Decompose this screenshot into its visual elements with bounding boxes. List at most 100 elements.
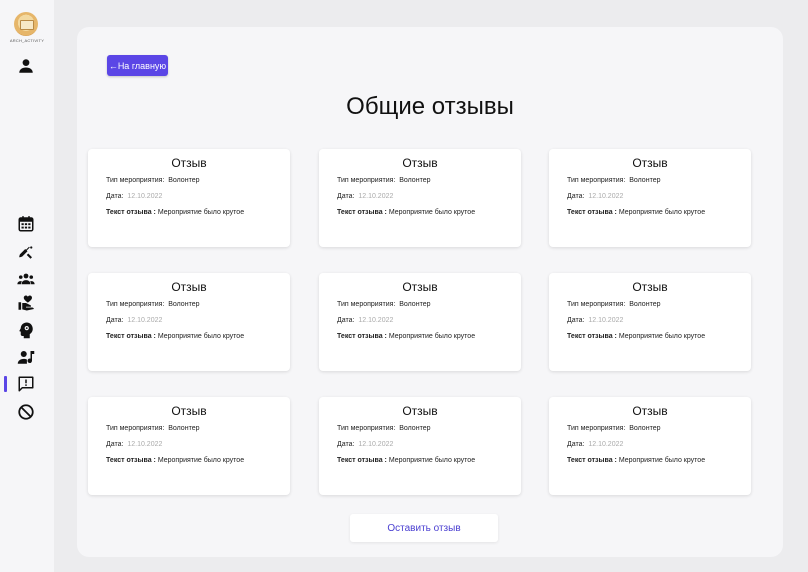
- review-text-value: Мероприятие было крутое: [157, 209, 245, 216]
- sidebar: ARCH_ACTIVITY: [0, 0, 54, 572]
- event-type-row: Тип мероприятия: Волонтер: [106, 177, 199, 184]
- event-type-label: Тип мероприятия:: [567, 177, 626, 184]
- app-logo[interactable]: ARCH_ACTIVITY: [9, 12, 45, 46]
- event-type-label: Тип мероприятия:: [337, 425, 396, 432]
- event-type-label: Тип мероприятия:: [567, 425, 626, 432]
- date-label: Дата:: [106, 193, 124, 200]
- review-text-value: Мероприятие было крутое: [157, 333, 245, 340]
- event-type-label: Тип мероприятия:: [337, 177, 396, 184]
- page-title: Общие отзывы: [346, 93, 514, 120]
- date-value: 12.10.2022: [127, 193, 163, 200]
- main-panel: ←На главную Общие отзывы Отзыв Тип мероп…: [77, 27, 783, 557]
- back-to-home-button[interactable]: ←На главную: [107, 55, 168, 76]
- review-text-value: Мероприятие было крутое: [388, 209, 476, 216]
- date-row: Дата: 12.10.2022: [567, 193, 623, 200]
- volunteer-icon[interactable]: [17, 294, 35, 312]
- review-card: Отзыв Тип мероприятия: Волонтер Дата: 12…: [549, 273, 751, 371]
- event-type-row: Тип мероприятия: Волонтер: [567, 177, 660, 184]
- person-music-icon[interactable]: [17, 348, 35, 366]
- leave-review-button[interactable]: Оставить отзыв: [350, 514, 498, 542]
- review-card-title: Отзыв: [632, 280, 668, 294]
- event-type-row: Тип мероприятия: Волонтер: [337, 301, 430, 308]
- calendar-icon[interactable]: [17, 215, 35, 233]
- review-text-row: Текст отзыва : Мероприятие было крутое: [567, 457, 705, 464]
- feedback-icon[interactable]: [17, 375, 35, 393]
- date-row: Дата: 12.10.2022: [337, 441, 393, 448]
- date-value: 12.10.2022: [588, 193, 624, 200]
- active-indicator: [4, 376, 7, 392]
- date-label: Дата:: [567, 441, 585, 448]
- event-type-value: Волонтер: [168, 425, 200, 432]
- event-type-label: Тип мероприятия:: [106, 425, 165, 432]
- logo-caption: ARCH_ACTIVITY: [9, 38, 45, 43]
- review-text-label: Текст отзыва :: [106, 333, 156, 340]
- date-row: Дата: 12.10.2022: [567, 317, 623, 324]
- review-text-value: Мероприятие было крутое: [618, 457, 706, 464]
- date-value: 12.10.2022: [127, 441, 163, 448]
- review-card: Отзыв Тип мероприятия: Волонтер Дата: 12…: [319, 273, 521, 371]
- event-type-value: Волонтер: [629, 177, 661, 184]
- event-type-value: Волонтер: [168, 177, 200, 184]
- cleaning-icon[interactable]: [17, 243, 35, 261]
- date-label: Дата:: [567, 317, 585, 324]
- review-card: Отзыв Тип мероприятия: Волонтер Дата: 12…: [319, 397, 521, 495]
- review-card: Отзыв Тип мероприятия: Волонтер Дата: 12…: [549, 397, 751, 495]
- review-text-label: Текст отзыва :: [106, 457, 156, 464]
- date-value: 12.10.2022: [588, 441, 624, 448]
- review-text-row: Текст отзыва : Мероприятие было крутое: [337, 209, 475, 216]
- date-value: 12.10.2022: [127, 317, 163, 324]
- psychology-icon[interactable]: [17, 321, 35, 339]
- date-label: Дата:: [567, 193, 585, 200]
- event-type-label: Тип мероприятия:: [106, 177, 165, 184]
- review-text-label: Текст отзыва :: [567, 333, 617, 340]
- event-type-row: Тип мероприятия: Волонтер: [106, 301, 199, 308]
- date-value: 12.10.2022: [358, 193, 394, 200]
- date-label: Дата:: [337, 441, 355, 448]
- review-text-value: Мероприятие было крутое: [388, 457, 476, 464]
- date-label: Дата:: [337, 317, 355, 324]
- review-card-title: Отзыв: [632, 404, 668, 418]
- date-value: 12.10.2022: [588, 317, 624, 324]
- date-row: Дата: 12.10.2022: [337, 317, 393, 324]
- review-card: Отзыв Тип мероприятия: Волонтер Дата: 12…: [88, 273, 290, 371]
- event-type-row: Тип мероприятия: Волонтер: [337, 425, 430, 432]
- event-type-value: Волонтер: [629, 301, 661, 308]
- review-text-row: Текст отзыва : Мероприятие было крутое: [106, 457, 244, 464]
- review-card: Отзыв Тип мероприятия: Волонтер Дата: 12…: [319, 149, 521, 247]
- event-type-row: Тип мероприятия: Волонтер: [567, 425, 660, 432]
- review-card-title: Отзыв: [402, 156, 438, 170]
- event-type-value: Волонтер: [399, 301, 431, 308]
- date-row: Дата: 12.10.2022: [106, 441, 162, 448]
- review-card-title: Отзыв: [171, 280, 207, 294]
- event-type-label: Тип мероприятия:: [337, 301, 396, 308]
- date-label: Дата:: [106, 441, 124, 448]
- review-text-value: Мероприятие было крутое: [618, 333, 706, 340]
- review-text-row: Текст отзыва : Мероприятие было крутое: [106, 333, 244, 340]
- review-card-title: Отзыв: [171, 404, 207, 418]
- review-text-row: Текст отзыва : Мероприятие было крутое: [106, 209, 244, 216]
- date-row: Дата: 12.10.2022: [106, 317, 162, 324]
- review-text-label: Текст отзыва :: [337, 457, 387, 464]
- event-type-row: Тип мероприятия: Волонтер: [567, 301, 660, 308]
- profile-icon[interactable]: [17, 57, 35, 75]
- review-text-row: Текст отзыва : Мероприятие было крутое: [567, 209, 705, 216]
- date-label: Дата:: [337, 193, 355, 200]
- review-text-label: Текст отзыва :: [337, 209, 387, 216]
- event-type-label: Тип мероприятия:: [106, 301, 165, 308]
- date-row: Дата: 12.10.2022: [337, 193, 393, 200]
- review-text-value: Мероприятие было крутое: [157, 457, 245, 464]
- date-value: 12.10.2022: [358, 317, 394, 324]
- block-icon[interactable]: [17, 403, 35, 421]
- date-row: Дата: 12.10.2022: [567, 441, 623, 448]
- event-type-value: Волонтер: [399, 177, 431, 184]
- group-icon[interactable]: [17, 270, 35, 288]
- review-text-value: Мероприятие было крутое: [388, 333, 476, 340]
- review-text-label: Текст отзыва :: [106, 209, 156, 216]
- review-text-label: Текст отзыва :: [567, 209, 617, 216]
- review-text-value: Мероприятие было крутое: [618, 209, 706, 216]
- review-card: Отзыв Тип мероприятия: Волонтер Дата: 12…: [88, 397, 290, 495]
- review-card-title: Отзыв: [402, 280, 438, 294]
- review-text-row: Текст отзыва : Мероприятие было крутое: [337, 457, 475, 464]
- review-card: Отзыв Тип мероприятия: Волонтер Дата: 12…: [549, 149, 751, 247]
- review-text-row: Текст отзыва : Мероприятие было крутое: [337, 333, 475, 340]
